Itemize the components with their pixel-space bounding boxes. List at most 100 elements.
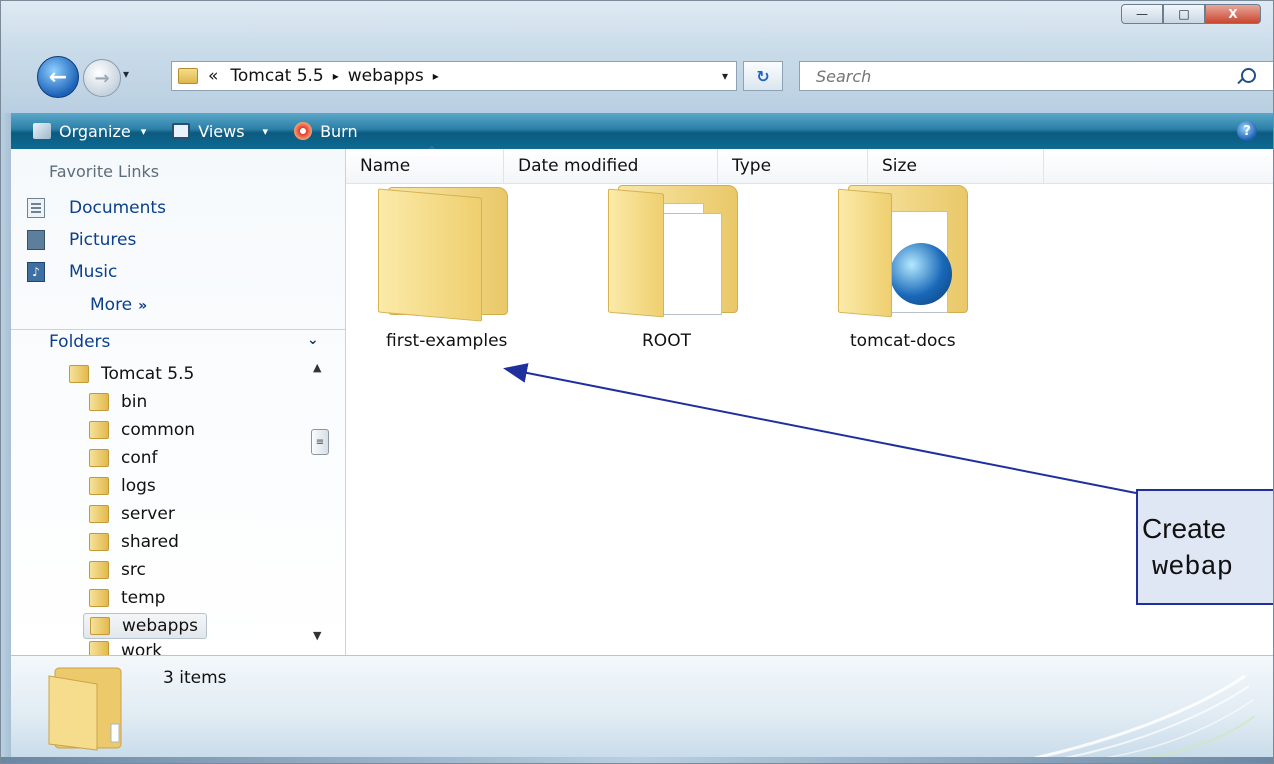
tree-item-webapps[interactable]: webapps — [83, 613, 208, 639]
scroll-down-icon[interactable]: ▼ — [313, 629, 321, 642]
column-header-label: Name — [360, 156, 411, 176]
organize-icon — [33, 123, 51, 139]
pane-divider — [11, 329, 345, 330]
folder-icon — [89, 533, 109, 551]
navigation-pane: Favorite Links Documents Pictures ♪ Musi… — [11, 149, 346, 655]
tree-item-label: common — [121, 420, 196, 440]
column-header-label: Date modified — [518, 156, 639, 176]
tree-item-label: conf — [121, 448, 158, 468]
folder-icon — [838, 188, 892, 318]
folder-label-root[interactable]: ROOT — [642, 331, 691, 351]
favorite-link-documents[interactable]: Documents — [27, 195, 166, 221]
tree-item-label: bin — [121, 392, 148, 412]
item-count: 3 items — [163, 668, 227, 688]
recent-pages-dropdown[interactable]: ▾ — [123, 67, 129, 81]
column-header-size[interactable]: Size — [868, 149, 1044, 183]
views-icon — [172, 123, 191, 139]
tree-item-logs[interactable]: logs — [89, 473, 156, 499]
column-header-label: Size — [882, 156, 917, 176]
folders-header[interactable]: Folders — [49, 332, 110, 352]
folder-icon — [89, 505, 109, 523]
chevron-down-icon: ▾ — [140, 124, 147, 138]
burn-button[interactable]: Burn — [294, 122, 358, 141]
folder-icon — [608, 188, 664, 318]
column-header-name[interactable]: Name ^ — [346, 146, 504, 183]
help-icon[interactable]: ? — [1237, 121, 1257, 141]
title-bar: — □ X ← → ▾ « Tomcat 5.5 ▸ webapps ▸ ▾ ↻ — [1, 1, 1273, 113]
organize-label: Organize — [59, 121, 131, 141]
folder-icon — [89, 641, 109, 655]
burn-label: Burn — [320, 121, 358, 141]
column-header-date-modified[interactable]: Date modified — [504, 149, 718, 183]
address-bar[interactable]: « Tomcat 5.5 ▸ webapps ▸ ▾ — [171, 61, 737, 91]
folder-icon — [89, 393, 109, 411]
file-list-view: Name ^ Date modified Type Size first-exa… — [346, 146, 1273, 655]
folder-icon — [378, 188, 482, 322]
scroll-thumb[interactable]: ≡ — [311, 429, 329, 455]
folder-label-tomcat-docs[interactable]: tomcat-docs — [850, 331, 956, 351]
column-headers: Name ^ Date modified Type Size — [346, 146, 1273, 184]
scroll-up-icon[interactable]: ▲ — [313, 361, 321, 374]
address-dropdown[interactable]: ▾ — [722, 69, 728, 83]
more-links[interactable]: More » — [90, 295, 147, 315]
folder-icon — [89, 589, 109, 607]
tree-item-bin[interactable]: bin — [89, 389, 147, 415]
tree-item-tomcat[interactable]: Tomcat 5.5 — [69, 361, 194, 387]
forward-button[interactable]: → — [83, 59, 121, 97]
tree-item-conf[interactable]: conf — [89, 445, 158, 471]
tree-item-label: work — [121, 641, 163, 655]
forward-arrow-icon: → — [94, 67, 110, 89]
refresh-icon: ↻ — [756, 66, 770, 86]
breadcrumb-separator[interactable]: ▸ — [333, 69, 339, 83]
more-label: More — [90, 295, 133, 315]
maximize-button[interactable]: □ — [1163, 4, 1205, 24]
folder-icon — [89, 449, 109, 467]
minimize-button[interactable]: — — [1121, 4, 1163, 24]
sort-ascending-icon: ^ — [428, 146, 436, 156]
refresh-button[interactable]: ↻ — [743, 61, 783, 91]
chevron-down-icon[interactable]: ⌄ — [307, 332, 319, 348]
favorite-link-pictures[interactable]: Pictures — [27, 227, 136, 253]
breadcrumb-separator[interactable]: ▸ — [433, 69, 439, 83]
breadcrumb-overflow[interactable]: « — [208, 66, 218, 86]
breadcrumb-webapps[interactable]: webapps — [348, 66, 424, 86]
details-pane: 3 items — [11, 655, 1273, 758]
column-header-label: Type — [732, 156, 772, 176]
back-arrow-icon: ← — [48, 64, 68, 90]
favorite-link-music[interactable]: ♪ Music — [27, 259, 117, 285]
organize-button[interactable]: Organize ▾ — [33, 122, 146, 141]
tree-item-work[interactable]: work — [89, 641, 162, 655]
folder-label-first-examples[interactable]: first-examples — [386, 331, 507, 351]
folder-icon — [89, 561, 109, 579]
tree-item-src[interactable]: src — [89, 557, 146, 583]
folder-icon — [48, 667, 122, 751]
tree-item-server[interactable]: server — [89, 501, 175, 527]
close-button[interactable]: X — [1205, 4, 1261, 24]
tree-item-common[interactable]: common — [89, 417, 195, 443]
folder-item-tomcat-docs[interactable] — [838, 185, 978, 325]
search-box[interactable] — [799, 61, 1273, 91]
breadcrumb-tomcat[interactable]: Tomcat 5.5 — [230, 66, 323, 86]
tree-item-temp[interactable]: temp — [89, 585, 165, 611]
back-button[interactable]: ← — [37, 56, 79, 98]
favorite-link-label: Documents — [69, 198, 166, 218]
tree-item-label: temp — [121, 588, 166, 608]
explorer-window: — □ X ← → ▾ « Tomcat 5.5 ▸ webapps ▸ ▾ ↻… — [0, 0, 1274, 764]
caption-buttons: — □ X — [1121, 4, 1261, 24]
folder-item-first-examples[interactable] — [378, 187, 508, 327]
folder-icon — [89, 477, 109, 495]
folder-icon — [90, 617, 110, 635]
search-input[interactable] — [814, 65, 1208, 87]
tree-scrollbar[interactable]: ▲ ≡ ▼ — [309, 359, 333, 655]
favorite-link-label: Pictures — [69, 230, 137, 250]
column-header-type[interactable]: Type — [718, 149, 868, 183]
annotation-callout: Create webap — [1136, 489, 1273, 605]
views-button[interactable]: Views ▾ — [172, 122, 268, 141]
tree-item-shared[interactable]: shared — [89, 529, 179, 555]
folder-item-root[interactable] — [608, 185, 748, 325]
search-icon[interactable] — [1241, 68, 1256, 83]
globe-icon — [890, 243, 952, 305]
music-icon: ♪ — [27, 262, 45, 282]
command-toolbar: Organize ▾ Views ▾ Burn ? — [11, 113, 1273, 149]
disc-icon — [294, 122, 313, 140]
